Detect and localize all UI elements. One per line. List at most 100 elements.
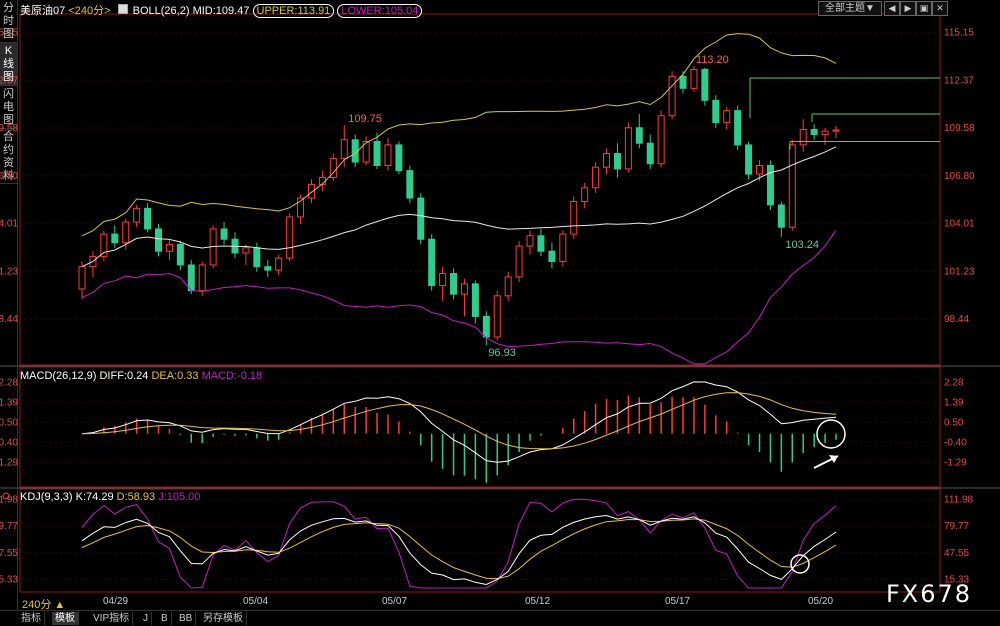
- candle-body: [504, 276, 512, 297]
- price-axis-label-left: 109.58: [0, 123, 18, 134]
- x-date-label: 05/20: [808, 596, 834, 607]
- candle-body: [460, 283, 468, 295]
- candle-body: [690, 68, 698, 89]
- candle-body: [406, 170, 414, 199]
- kdj-axis-label-right: 79.77: [944, 521, 969, 532]
- candle-body: [133, 207, 141, 223]
- macd-axis-label-right: 1.39: [944, 398, 964, 409]
- candle-body: [745, 144, 753, 175]
- tab-vip-indicator[interactable]: VIP指标: [90, 612, 134, 625]
- macd-diff-value: DIFF:0.24: [99, 370, 149, 382]
- candle-body: [701, 68, 709, 101]
- prev-arrow-icon[interactable]: ◀: [884, 1, 900, 16]
- candle-body: [777, 204, 785, 228]
- tab-template[interactable]: 模板: [52, 612, 79, 625]
- macd-macd-value: MACD:-0.18: [201, 370, 263, 382]
- candle-body: [439, 273, 447, 287]
- price-axis-label-right: 98.44: [944, 314, 969, 325]
- macd-axis-label-left: 0.50: [0, 418, 18, 429]
- candle-body: [788, 144, 796, 228]
- candle-body: [198, 264, 206, 292]
- candle-body: [154, 228, 162, 252]
- candle-body: [340, 139, 348, 160]
- x-date-label: 05/07: [382, 596, 408, 607]
- candle-body: [810, 128, 818, 136]
- price-axis-label-left: 106.80: [0, 171, 18, 182]
- high-annotation-1: 109.75: [348, 113, 382, 125]
- macd-axis-label-right: -0.40: [944, 438, 967, 449]
- kline-chart[interactable]: 115.15 115.15 112.37 112.37 109.58 109.58 106.…: [0, 0, 1000, 610]
- x-date-label: 05/17: [665, 596, 691, 607]
- boll-checkbox-icon[interactable]: [117, 4, 128, 14]
- price-axis-label-left: 98.44: [0, 314, 18, 325]
- price-axis-label-right: 112.37: [944, 75, 974, 86]
- close-icon[interactable]: ✕: [932, 1, 948, 16]
- candle-body: [384, 144, 392, 166]
- candle-body: [242, 247, 250, 254]
- candle-body: [122, 221, 130, 244]
- candle-body: [624, 127, 632, 170]
- x-date-label: 04/29: [103, 596, 129, 607]
- boll-mid-value: MID:109.47: [192, 5, 250, 17]
- kdj-axis-label-right: 47.55: [944, 548, 969, 559]
- boll-label: BOLL(26,2): [132, 5, 190, 17]
- boll-mid-line: [81, 146, 837, 268]
- macd-highlight-circle: [816, 419, 846, 449]
- x-date-label: 05/04: [243, 596, 269, 607]
- price-axis-label-right: 115.15: [944, 28, 974, 39]
- theme-dropdown[interactable]: 全部主题▼: [818, 1, 882, 16]
- macd-dea-line: [81, 392, 837, 450]
- tab-indicator[interactable]: 指标: [18, 612, 45, 625]
- price-axis-label-right: 106.80: [944, 171, 975, 182]
- price-axis-label-right: 101.23: [944, 266, 975, 277]
- kdj-axis-label-left: 47.55: [0, 548, 18, 559]
- main-panel-frame: [19, 13, 941, 366]
- price-axis-label-left: 104.01: [0, 219, 18, 230]
- macd-axis-label-right: 2.28: [944, 378, 964, 389]
- tab-j[interactable]: J: [140, 612, 152, 625]
- candle-body: [570, 201, 578, 235]
- kdj-j-line: [81, 498, 837, 589]
- candle-body: [613, 152, 621, 170]
- macd-axis-label-right: -1.29: [944, 458, 967, 469]
- candle-body: [220, 228, 228, 240]
- macd-header: MACD(26,12,9) DIFF:0.24 DEA:0.33 MACD:-0…: [20, 370, 262, 382]
- candle-body: [603, 152, 611, 168]
- watermark-logo: FX678: [886, 580, 973, 608]
- macd-axis-label-right: 0.50: [944, 418, 964, 429]
- candle-body: [537, 235, 545, 252]
- kdj-header: KDJ(9,3,3) K:74.29 D:58.93 J:105.00: [20, 491, 200, 503]
- candle-body: [176, 243, 184, 266]
- price-axis-label-left: 115.15: [0, 28, 18, 39]
- low-annotation-1: 96.93: [488, 347, 516, 359]
- candle-body: [559, 233, 567, 263]
- tab-b[interactable]: B: [158, 612, 172, 625]
- macd-dea-value: DEA:0.33: [151, 370, 199, 382]
- boll-upper-value: UPPER:113.91: [252, 4, 335, 18]
- candle-body: [734, 110, 742, 146]
- restore-icon[interactable]: ▣: [916, 1, 932, 16]
- main-panel-header: 美原油07 <240分> BOLL(26,2) MID:109.47 UPPER…: [20, 2, 423, 18]
- kdj-d-value: D:58.93: [116, 491, 156, 503]
- candle-body: [756, 164, 764, 175]
- candle-body: [646, 142, 654, 165]
- macd-axis-label-left: -0.40: [0, 438, 18, 449]
- candle-body: [264, 266, 272, 271]
- candle-body: [515, 245, 523, 278]
- candle-body: [679, 75, 687, 89]
- x-date-label: 05/12: [525, 596, 551, 607]
- candle-body: [373, 140, 381, 166]
- candle-body: [78, 266, 86, 290]
- candle-body: [187, 264, 195, 292]
- candle-body: [471, 283, 479, 317]
- macd-label: MACD(26,12,9): [20, 370, 97, 382]
- macd-axis-label-left: -1.29: [0, 458, 18, 469]
- price-axis-label-right: 109.58: [944, 123, 975, 134]
- candle-body: [253, 247, 261, 268]
- kdj-j-value: J:105.00: [158, 491, 201, 503]
- kdj-axis-label-right: 111.98: [944, 495, 974, 506]
- next-arrow-icon[interactable]: ▶: [900, 1, 916, 16]
- tab-save-template[interactable]: 另存模板: [200, 612, 247, 625]
- tab-bb[interactable]: BB: [176, 612, 197, 625]
- candle-body: [581, 187, 589, 203]
